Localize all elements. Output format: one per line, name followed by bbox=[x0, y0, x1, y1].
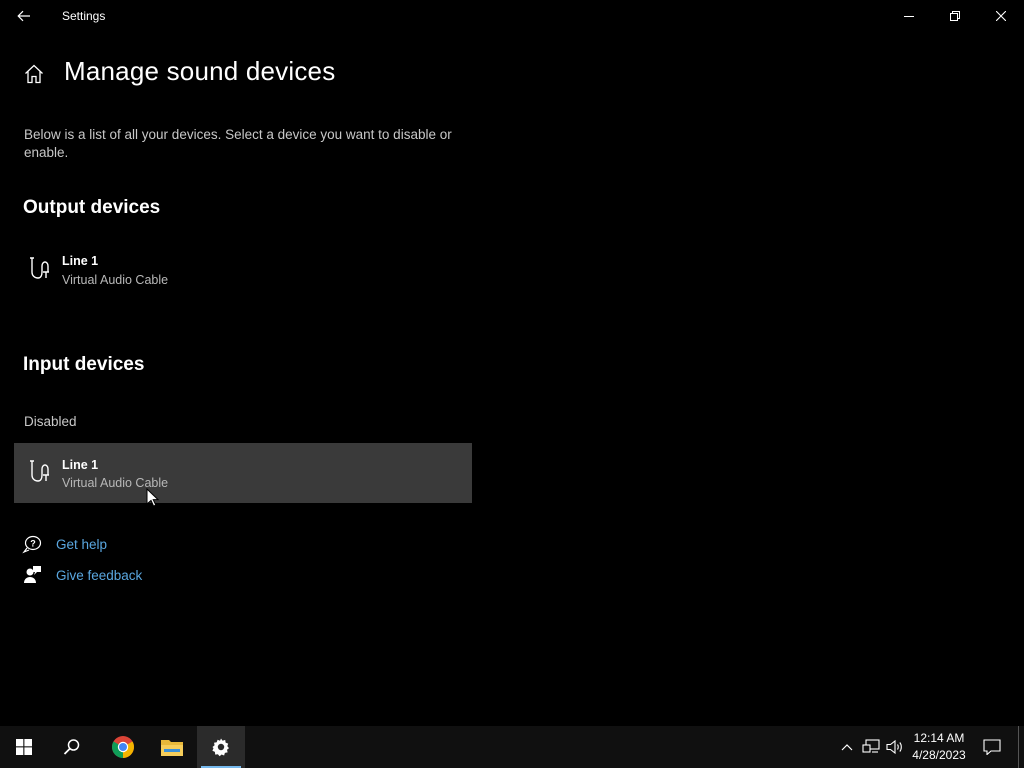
device-name: Line 1 bbox=[62, 254, 99, 268]
clock-time: 12:14 AM bbox=[913, 731, 965, 745]
minimize-button[interactable] bbox=[886, 0, 932, 32]
audio-cable-icon bbox=[30, 460, 49, 482]
page-description: Below is a list of all your devices. Sel… bbox=[24, 127, 452, 160]
back-arrow-icon bbox=[17, 10, 30, 22]
start-button[interactable] bbox=[0, 726, 48, 768]
file-explorer-taskbar-button[interactable] bbox=[148, 726, 196, 768]
page-title: Manage sound devices bbox=[64, 56, 336, 86]
output-device-line-1[interactable]: Line 1 Virtual Audio Cable bbox=[14, 240, 472, 300]
give-feedback-label[interactable]: Give feedback bbox=[56, 568, 142, 583]
taskbar: 12:14 AM 4/28/2023 bbox=[0, 726, 1024, 768]
audio-cable-icon bbox=[30, 257, 49, 279]
volume-button[interactable] bbox=[884, 726, 906, 768]
settings-taskbar-button[interactable] bbox=[197, 726, 245, 768]
search-button[interactable] bbox=[48, 726, 96, 768]
close-icon bbox=[996, 11, 1006, 21]
title-bar: Settings bbox=[0, 0, 1024, 32]
settings-icon bbox=[212, 738, 229, 757]
search-icon bbox=[63, 739, 80, 755]
device-subtitle: Virtual Audio Cable bbox=[62, 273, 169, 287]
home-icon bbox=[25, 64, 43, 84]
action-center-button[interactable] bbox=[976, 726, 1008, 768]
output-devices-heading: Output devices bbox=[23, 197, 161, 218]
minimize-icon bbox=[904, 16, 914, 17]
svg-text:?: ? bbox=[30, 539, 36, 549]
input-devices-heading: Input devices bbox=[23, 354, 145, 375]
get-help-label[interactable]: Get help bbox=[56, 537, 107, 552]
give-feedback-link[interactable]: Give feedback bbox=[22, 564, 142, 586]
network-icon bbox=[862, 739, 880, 753]
chevron-up-icon bbox=[841, 744, 853, 751]
restore-button[interactable] bbox=[932, 0, 978, 32]
windows-logo-icon bbox=[16, 739, 32, 755]
clock-date: 4/28/2023 bbox=[912, 748, 966, 762]
network-button[interactable] bbox=[860, 726, 882, 768]
back-button[interactable] bbox=[8, 0, 40, 32]
speaker-icon bbox=[886, 739, 902, 755]
clock[interactable]: 12:14 AM 4/28/2023 bbox=[906, 730, 972, 764]
disabled-label: Disabled bbox=[24, 414, 77, 429]
show-desktop-button[interactable] bbox=[1018, 726, 1024, 768]
feedback-person-icon bbox=[24, 566, 41, 583]
home-button[interactable] bbox=[22, 62, 46, 86]
show-hidden-icons-button[interactable] bbox=[836, 726, 858, 768]
get-help-link[interactable]: ? Get help bbox=[22, 533, 107, 555]
help-chat-icon: ? bbox=[22, 535, 42, 554]
folder-icon bbox=[161, 740, 183, 756]
window-title: Settings bbox=[62, 9, 106, 23]
device-name: Line 1 bbox=[62, 458, 99, 472]
close-button[interactable] bbox=[978, 0, 1024, 32]
chrome-taskbar-button[interactable] bbox=[99, 726, 147, 768]
input-device-line-1[interactable]: Line 1 Virtual Audio Cable bbox=[14, 443, 472, 503]
notification-icon bbox=[983, 739, 1001, 755]
mouse-cursor-icon bbox=[146, 488, 160, 507]
restore-icon bbox=[950, 11, 960, 21]
chrome-icon bbox=[112, 736, 134, 758]
